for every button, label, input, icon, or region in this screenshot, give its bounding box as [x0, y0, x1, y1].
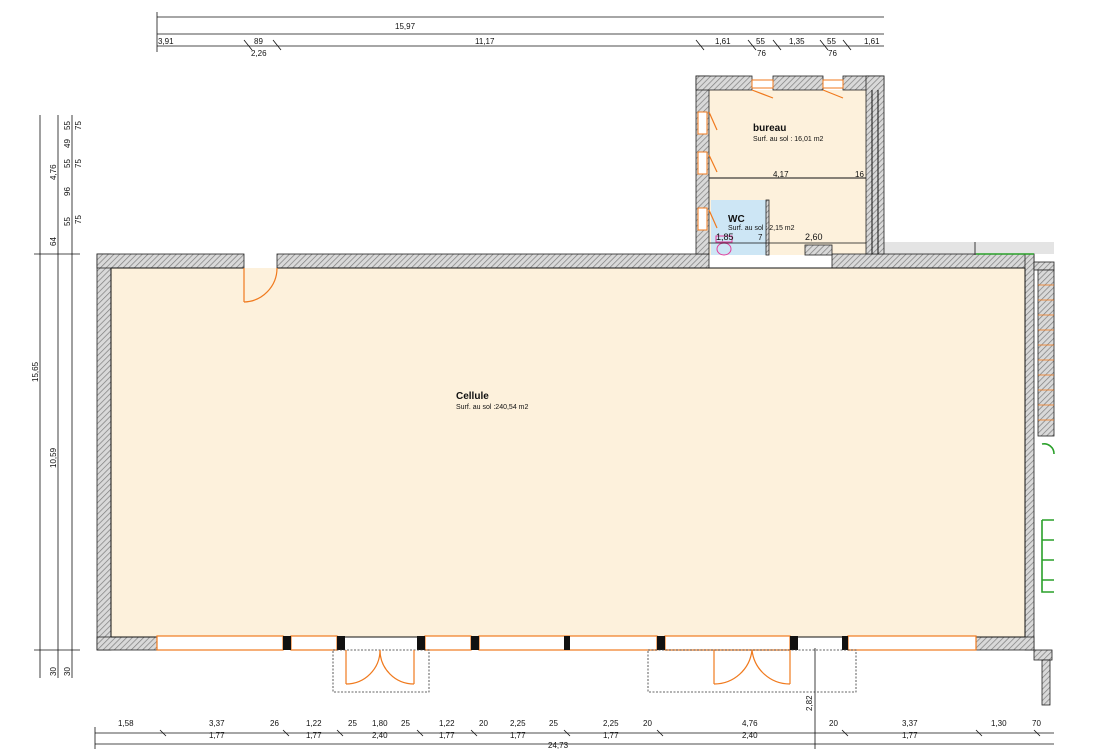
bureau-partition-dimension: 16 — [855, 170, 864, 179]
bottom-dimension-6: 1,80 — [372, 719, 388, 728]
left-dimension-12: 75 — [74, 215, 83, 224]
bottom-dimension-2: 3,37 — [209, 719, 225, 728]
bottom-dimension-9: 20 — [479, 719, 488, 728]
left-dimension-5: 49 — [63, 139, 72, 148]
top-dimension-8: 1,61 — [864, 37, 880, 46]
door-width-dimension: 2,60 — [805, 232, 823, 242]
bottom-dimension-4: 1,22 — [306, 719, 322, 728]
bottom-dimension-11: 25 — [549, 719, 558, 728]
bureau-room-name: bureau — [753, 123, 786, 134]
bottom-vertical-dimension: 2,82 — [805, 695, 814, 711]
left-dimension-9: 30 — [63, 667, 72, 676]
floor-plan: 15,97 3,91 89 11,17 1,61 55 1,35 55 1,61… — [31, 12, 1055, 749]
left-dimension-7: 96 — [63, 187, 72, 196]
top-sub-dimension-1: 2,26 — [251, 49, 267, 58]
bottom-dimension-7: 25 — [401, 719, 410, 728]
top-dimension-3: 11,17 — [475, 37, 495, 46]
bureau-width-dimension: 4,17 — [773, 170, 789, 179]
top-dimension-2: 89 — [254, 37, 263, 46]
bureau-room-surface: Surf. au sol : 16,01 m2 — [753, 136, 824, 143]
left-main-dimension: 10,59 — [49, 447, 58, 468]
bottom-dimension-16: 3,37 — [902, 719, 918, 728]
gray-zone — [884, 242, 1054, 254]
bottom-lower-dimension-8: 1,77 — [902, 731, 918, 740]
top-sub-dimension-2: 76 — [757, 49, 766, 58]
left-dimension-1: 4,76 — [49, 164, 58, 180]
bottom-dimension-3: 26 — [270, 719, 279, 728]
left-dimension-10: 75 — [74, 121, 83, 130]
top-dimension-1: 3,91 — [158, 37, 174, 46]
bottom-lower-dimension-4: 1,77 — [439, 731, 455, 740]
left-dimension-3: 30 — [49, 667, 58, 676]
top-dimension-5: 55 — [756, 37, 765, 46]
bottom-dimension-17: 1,30 — [991, 719, 1007, 728]
bottom-dimension-10: 2,25 — [510, 719, 526, 728]
bottom-dimension-12: 2,25 — [603, 719, 619, 728]
cellule-room-name: Cellule — [456, 391, 489, 402]
left-dimension-4: 55 — [63, 121, 72, 130]
left-overall-dimension: 15,65 — [31, 361, 40, 382]
left-dimension-8: 55 — [63, 217, 72, 226]
top-sub-dimension-3: 76 — [828, 49, 837, 58]
bottom-dimension-1: 1,58 — [118, 719, 134, 728]
bottom-dimension-13: 20 — [643, 719, 652, 728]
top-dimension-6: 1,35 — [789, 37, 805, 46]
bottom-lower-dimension-7: 2,40 — [742, 731, 758, 740]
wc-partition-dimension: 7 — [758, 233, 763, 242]
bottom-overall-dimension: 24,73 — [548, 741, 569, 749]
bottom-dimension-14: 4,76 — [742, 719, 758, 728]
bottom-lower-dimension-1: 1,77 — [209, 731, 225, 740]
bottom-lower-dimension-2: 1,77 — [306, 731, 322, 740]
wc-width-dimension: 1,85 — [716, 232, 734, 242]
bottom-lower-dimension-6: 1,77 — [603, 731, 619, 740]
bottom-lower-dimension-3: 2,40 — [372, 731, 388, 740]
wc-room-surface: Surf. au sol : 2,15 m2 — [728, 225, 795, 232]
bottom-dimension-5: 25 — [348, 719, 357, 728]
top-dimension-7: 55 — [827, 37, 836, 46]
left-dimension-11: 75 — [74, 159, 83, 168]
left-dimension-2: 64 — [49, 237, 58, 246]
bottom-lower-dimension-5: 1,77 — [510, 731, 526, 740]
bottom-dimension-18: 70 — [1032, 719, 1041, 728]
bottom-dimension-8: 1,22 — [439, 719, 455, 728]
wc-room-name: WC — [728, 214, 745, 225]
bottom-dimension-15: 20 — [829, 719, 838, 728]
cellule-room-surface: Surf. au sol :240,54 m2 — [456, 404, 528, 411]
cellule-floor — [111, 268, 1025, 637]
entrance-porches — [332, 649, 857, 693]
top-dimension-4: 1,61 — [715, 37, 731, 46]
top-overall-dimension: 15,97 — [395, 22, 416, 31]
left-dimension-6: 55 — [63, 159, 72, 168]
